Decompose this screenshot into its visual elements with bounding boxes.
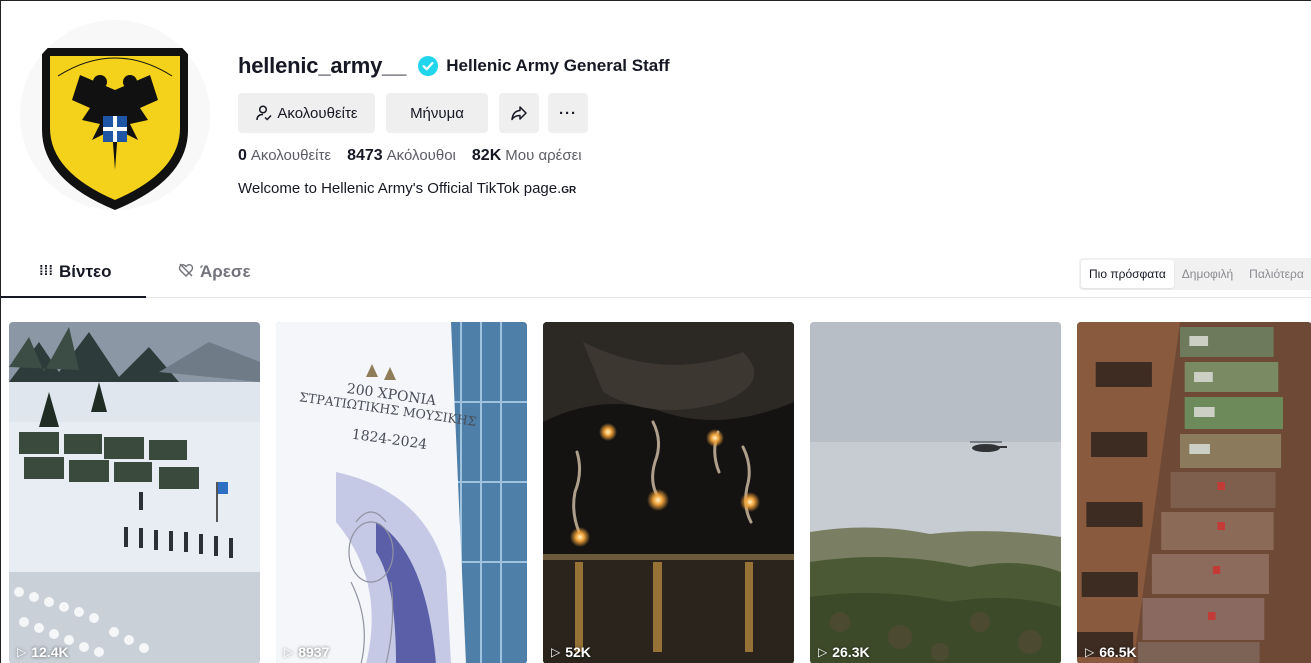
share-arrow-icon: [511, 106, 527, 121]
following-button[interactable]: Ακολουθείτε: [238, 93, 375, 133]
profile-name-row: hellenic_army__ Hellenic Army General St…: [238, 51, 938, 81]
more-options-button[interactable]: ···: [548, 93, 588, 133]
sort-popular[interactable]: Δημοφιλή: [1174, 260, 1241, 288]
view-count-value: 52K: [565, 644, 591, 660]
more-dots-icon: ···: [559, 104, 577, 122]
video-view-count: ▷ 8937: [284, 644, 329, 660]
video-thumbnail-helicopter: [810, 322, 1061, 663]
video-card[interactable]: ▷ 52K: [543, 322, 794, 663]
tab-liked-label: Άρεσε: [200, 262, 251, 281]
video-grid: ▷ 12.4K 200 ΧΡΟΝΙΑ ΣΤΡΑΤΙΩΤΙΚΗΣ ΜΟΥΣΙΚΗΣ…: [9, 322, 1311, 663]
tab-videos-label: Βίντεο: [59, 262, 112, 281]
profile-bio: Welcome to Hellenic Army's Official TikT…: [238, 180, 938, 197]
view-count-value: 66.5K: [1099, 644, 1137, 660]
profile-actions: Ακολουθείτε Μήνυμα ···: [238, 93, 938, 133]
profile-stats: 0 Ακολουθείτε 8473 Ακόλουθοι 82K Μου αρέσει: [238, 147, 938, 169]
hellenic-army-emblem: [20, 20, 210, 210]
play-icon: ▷: [284, 645, 294, 659]
video-card[interactable]: 200 ΧΡΟΝΙΑ ΣΤΡΑΤΙΩΤΙΚΗΣ ΜΟΥΣΙΚΗΣ 1824-20…: [276, 322, 527, 663]
share-button[interactable]: [499, 93, 539, 133]
view-count-value: 8937: [298, 644, 330, 660]
video-thumbnail-banner: 200 ΧΡΟΝΙΑ ΣΤΡΑΤΙΩΤΙΚΗΣ ΜΟΥΣΙΚΗΣ 1824-20…: [276, 322, 527, 663]
video-thumbnail-flares: [543, 322, 794, 663]
sort-latest[interactable]: Πιο πρόσφατα: [1081, 260, 1174, 288]
video-card[interactable]: ▷ 26.3K: [810, 322, 1061, 663]
stat-following[interactable]: 0 Ακολουθείτε: [238, 147, 331, 165]
video-thumbnail-tanks: [1077, 322, 1311, 663]
video-card[interactable]: ▷ 66.5K: [1077, 322, 1311, 663]
verified-badge-icon: [418, 56, 439, 76]
bio-text: Welcome to Hellenic Army's Official TikT…: [238, 180, 562, 197]
tab-videos[interactable]: ⁞⁞⁞ Βίντεο: [39, 262, 112, 298]
stat-likes: 82K Μου αρέσει: [472, 147, 582, 165]
play-icon: ▷: [551, 645, 561, 659]
stat-following-count: 0: [238, 147, 247, 164]
video-thumbnail-snow-camp: [9, 322, 260, 663]
following-button-label: Ακολουθείτε: [277, 104, 358, 122]
video-view-count: ▷ 66.5K: [1085, 644, 1137, 660]
stat-followers[interactable]: 8473 Ακόλουθοι: [347, 147, 456, 165]
play-icon: ▷: [818, 645, 828, 659]
user-check-icon: [256, 105, 272, 121]
play-icon: ▷: [17, 645, 27, 659]
video-view-count: ▷ 12.4K: [17, 644, 69, 660]
view-count-value: 26.3K: [832, 644, 870, 660]
view-count-value: 12.4K: [31, 644, 69, 660]
grid-icon: ⁞⁞⁞: [39, 262, 53, 278]
stat-followers-label: Ακόλουθοι: [386, 147, 456, 164]
stat-likes-label: Μου αρέσει: [505, 147, 582, 164]
sort-oldest[interactable]: Παλιότερα: [1241, 260, 1311, 288]
message-button[interactable]: Μήνυμα: [386, 93, 488, 133]
profile-header: hellenic_army__ Hellenic Army General St…: [238, 51, 938, 197]
stat-followers-count: 8473: [347, 147, 383, 164]
video-view-count: ▷ 52K: [551, 644, 591, 660]
play-icon: ▷: [1085, 645, 1095, 659]
heart-hidden-icon: [178, 263, 194, 277]
bio-country-tag: GR: [561, 185, 577, 196]
profile-avatar: [20, 20, 210, 210]
username: hellenic_army__: [238, 53, 407, 78]
active-tab-indicator: [1, 296, 146, 298]
stat-following-label: Ακολουθείτε: [250, 147, 332, 164]
video-view-count: ▷ 26.3K: [818, 644, 870, 660]
tab-liked[interactable]: Άρεσε: [178, 262, 251, 298]
video-card[interactable]: ▷ 12.4K: [9, 322, 260, 663]
sort-toggle: Πιο πρόσφατα Δημοφιλή Παλιότερα: [1079, 258, 1311, 290]
nickname: Hellenic Army General Staff: [446, 56, 670, 75]
message-button-label: Μήνυμα: [410, 104, 464, 122]
stat-likes-count: 82K: [471, 147, 502, 164]
